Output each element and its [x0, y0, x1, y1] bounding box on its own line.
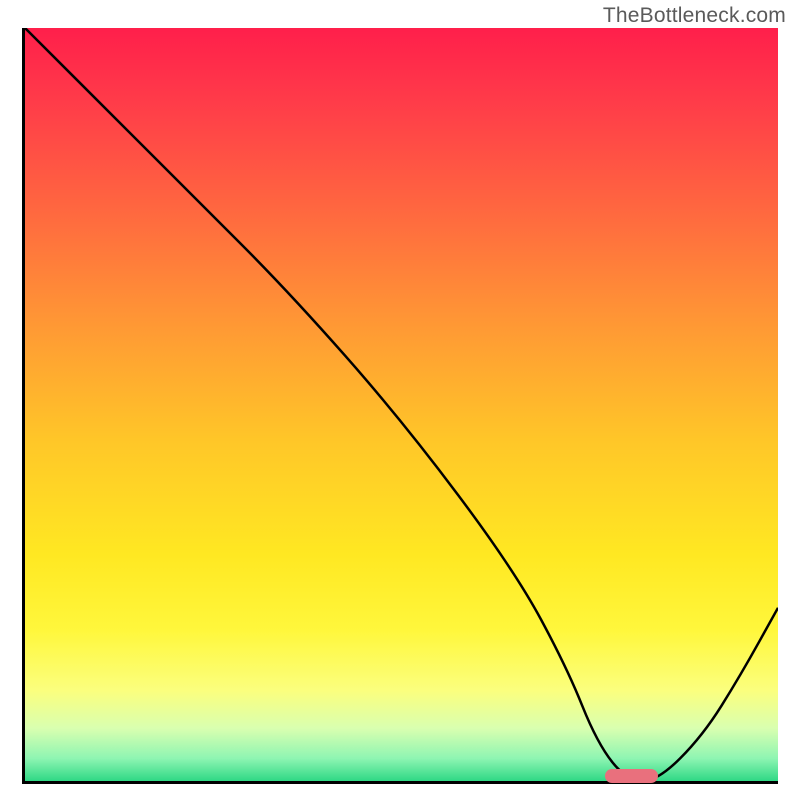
- chart-container: TheBottleneck.com: [0, 0, 800, 800]
- background-gradient: [25, 28, 778, 781]
- plot-area: [22, 28, 778, 784]
- optimal-range-marker: [605, 769, 658, 783]
- watermark-text: TheBottleneck.com: [603, 4, 786, 28]
